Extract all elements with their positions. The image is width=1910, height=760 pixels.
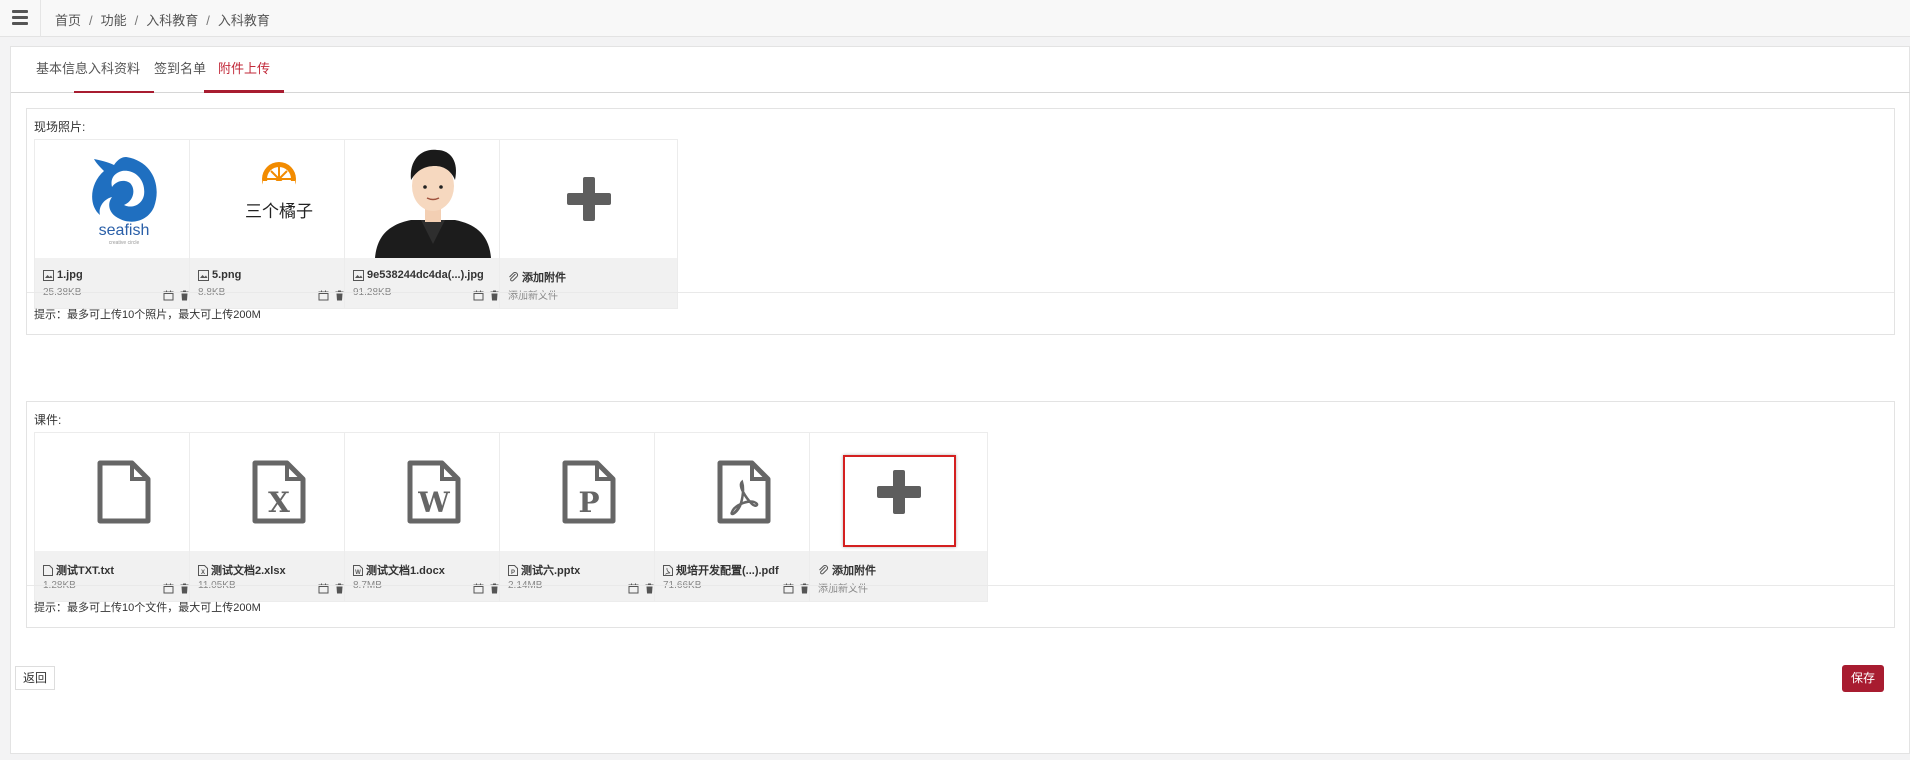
orange-logo-image[interactable]: 三个橘子 xyxy=(190,140,367,258)
svg-text:W: W xyxy=(355,570,361,576)
document-icon xyxy=(43,564,53,576)
add-attachment-label[interactable]: 添加附件 xyxy=(508,269,566,285)
add-photo-card[interactable]: 添加附件 添加新文件 xyxy=(499,139,678,309)
courseware-card[interactable]: W W 测试文档1.docx 8.7MB xyxy=(344,432,523,602)
tab-bar: 基本信息 入科资料 签到名单 附件上传 xyxy=(11,47,1910,93)
svg-text:P: P xyxy=(511,570,515,576)
seafish-logo-subtext: creative circle xyxy=(108,240,139,246)
courseware-card[interactable]: 规培开发配置(...).pdf 71.66KB xyxy=(654,432,833,602)
plus-icon[interactable] xyxy=(500,140,677,258)
divider xyxy=(40,0,41,37)
main-panel: 基本信息 入科资料 签到名单 附件上传 现场照片: seafish creati… xyxy=(10,46,1910,754)
hamburger-menu-icon[interactable] xyxy=(9,7,31,27)
file-name: 5.png xyxy=(198,269,241,281)
photos-title: 现场照片: xyxy=(34,120,86,134)
svg-text:X: X xyxy=(268,486,290,519)
file-name: 规培开发配置(...).pdf xyxy=(663,562,779,578)
add-courseware-card[interactable]: 添加附件 添加新文件 xyxy=(809,432,988,602)
powerpoint-file-icon[interactable]: P xyxy=(500,433,677,551)
photos-tip-row: 提示：最多可上传10个照片，最大可上传200M xyxy=(27,292,1894,334)
courseware-tip: 提示：最多可上传10个文件，最大可上传200M xyxy=(34,602,261,614)
powerpoint-small-icon: P xyxy=(508,564,518,576)
orange-logo-text: 三个橘子 xyxy=(245,202,313,222)
svg-text:W: W xyxy=(417,486,450,519)
top-bar: 首页 / 功能 / 入科教育 / 入科教育 xyxy=(0,0,1910,37)
word-file-icon[interactable]: W xyxy=(345,433,522,551)
file-name: W 测试文档1.docx xyxy=(353,562,445,578)
courseware-card[interactable]: X X 测试文档2.xlsx 11.05KB xyxy=(189,432,368,602)
courseware-card[interactable]: P P 测试六.pptx 2.14MB xyxy=(499,432,678,602)
breadcrumb-education[interactable]: 入科教育 xyxy=(146,13,198,28)
photo-card[interactable]: 9e538244dc4da(...).jpg 91.28KB xyxy=(344,139,523,309)
highlight-box xyxy=(843,455,956,547)
courseware-tip-row: 提示：最多可上传10个文件，最大可上传200M xyxy=(27,585,1894,627)
photos-panel: 现场照片: seafish creative circle 1.jpg 25.3… xyxy=(26,108,1895,335)
courseware-panel: 课件: 测试TXT.txt 1.28KB X X 测试文档2.xlsx 11.0… xyxy=(26,401,1895,628)
image-file-icon xyxy=(43,269,54,281)
breadcrumb-current: 入科教育 xyxy=(217,13,270,28)
back-button[interactable]: 返回 xyxy=(15,666,55,690)
courseware-card[interactable]: 测试TXT.txt 1.28KB xyxy=(34,432,213,602)
file-name: 9e538244dc4da(...).jpg xyxy=(353,269,484,281)
photos-tip: 提示：最多可上传10个照片，最大可上传200M xyxy=(34,309,261,321)
file-name: 1.jpg xyxy=(43,269,83,281)
breadcrumb-home[interactable]: 首页 xyxy=(55,13,81,28)
file-name: X 测试文档2.xlsx xyxy=(198,562,286,578)
seafish-logo-text: seafish xyxy=(98,222,149,239)
avatar-illustration-image[interactable] xyxy=(345,140,522,258)
save-button[interactable]: 保存 xyxy=(1842,665,1884,692)
add-attachment-label[interactable]: 添加附件 xyxy=(818,562,876,578)
word-small-icon: W xyxy=(353,564,363,576)
breadcrumb: 首页 / 功能 / 入科教育 / 入科教育 xyxy=(55,13,270,28)
paperclip-icon xyxy=(819,564,828,574)
breadcrumb-function[interactable]: 功能 xyxy=(101,13,127,28)
svg-text:P: P xyxy=(578,486,599,519)
excel-small-icon: X xyxy=(198,564,208,576)
tab-attachment-upload[interactable]: 附件上传 xyxy=(204,47,285,93)
image-file-icon xyxy=(353,269,364,281)
svg-text:X: X xyxy=(201,570,205,576)
seafish-logo-image[interactable]: seafish creative circle xyxy=(35,140,212,258)
file-name: 测试TXT.txt xyxy=(43,562,114,578)
pdf-small-icon xyxy=(663,564,673,576)
paperclip-icon xyxy=(509,271,518,281)
pdf-file-icon[interactable] xyxy=(655,433,832,551)
courseware-title: 课件: xyxy=(34,413,62,427)
excel-file-icon[interactable]: X xyxy=(190,433,367,551)
image-file-icon xyxy=(198,269,209,281)
file-name: P 测试六.pptx xyxy=(508,562,580,578)
photo-card[interactable]: seafish creative circle 1.jpg 25.38KB xyxy=(34,139,213,309)
photo-card[interactable]: 三个橘子 5.png 8.8KB xyxy=(189,139,368,309)
file-icon[interactable] xyxy=(35,433,212,551)
